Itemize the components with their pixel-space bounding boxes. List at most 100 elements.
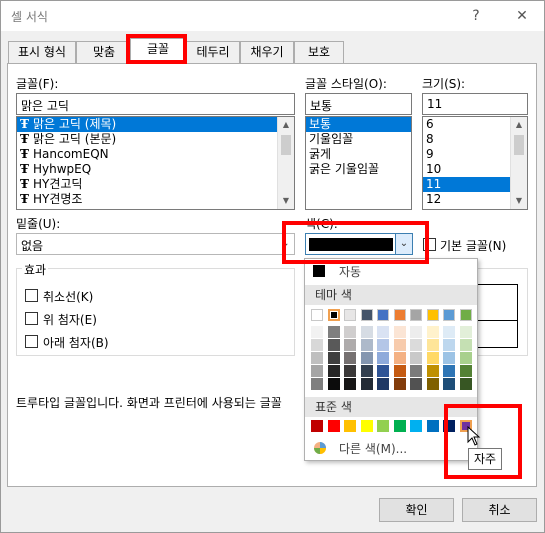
chevron-down-icon[interactable]: ⌄ bbox=[395, 234, 412, 254]
color-swatch[interactable] bbox=[327, 309, 340, 321]
color-swatch[interactable] bbox=[327, 420, 340, 432]
list-item[interactable]: 보통 bbox=[306, 117, 411, 132]
color-swatch[interactable] bbox=[426, 378, 439, 390]
color-swatch[interactable] bbox=[344, 420, 356, 432]
color-swatch[interactable] bbox=[360, 365, 373, 377]
color-swatch[interactable] bbox=[344, 309, 356, 321]
list-item[interactable]: 굵은 기울임꼴 bbox=[306, 162, 411, 177]
font-list[interactable]: Ŧ 맑은 고딕 (제목) Ŧ 맑은 고딕 (본문) Ŧ HancomEQN Ŧ Hyhw… bbox=[16, 116, 295, 210]
ok-button[interactable]: 확인 bbox=[379, 498, 454, 522]
font-style-input[interactable]: 보통 bbox=[305, 93, 412, 115]
color-swatch[interactable] bbox=[344, 365, 356, 377]
color-swatch[interactable] bbox=[459, 352, 472, 364]
list-item[interactable]: Ŧ HancomEQN bbox=[17, 147, 294, 162]
font-list-scrollbar[interactable]: ▲ ▼ bbox=[277, 117, 294, 209]
color-swatch[interactable] bbox=[344, 326, 356, 338]
size-list[interactable]: 6 8 9 10 11 12 ▲ ▼ bbox=[422, 116, 528, 210]
color-swatch[interactable] bbox=[393, 326, 406, 338]
color-swatch[interactable] bbox=[459, 326, 472, 338]
color-swatch[interactable] bbox=[311, 365, 323, 377]
color-swatch[interactable] bbox=[327, 378, 340, 390]
color-swatch[interactable] bbox=[426, 309, 439, 321]
color-swatch[interactable] bbox=[426, 326, 439, 338]
color-swatch[interactable] bbox=[393, 309, 406, 321]
color-swatch[interactable] bbox=[311, 378, 323, 390]
color-swatch[interactable] bbox=[393, 365, 406, 377]
color-swatch[interactable] bbox=[377, 365, 389, 377]
cancel-button[interactable]: 취소 bbox=[462, 498, 537, 522]
color-swatch[interactable] bbox=[360, 339, 373, 351]
normal-font-checkbox[interactable] bbox=[423, 238, 436, 251]
color-swatch[interactable] bbox=[377, 420, 389, 432]
scroll-thumb[interactable] bbox=[281, 135, 291, 155]
subscript-checkbox[interactable] bbox=[25, 335, 38, 348]
help-button[interactable]: ? bbox=[464, 5, 488, 27]
list-item[interactable]: 11 bbox=[423, 177, 510, 192]
list-item[interactable]: Ŧ 맑은 고딕 (제목) bbox=[17, 117, 294, 132]
size-input[interactable]: 11 bbox=[422, 93, 528, 115]
color-swatch[interactable] bbox=[360, 309, 373, 321]
underline-select[interactable]: 없음 ⌄ bbox=[16, 233, 295, 255]
chevron-down-icon[interactable]: ⌄ bbox=[277, 234, 294, 254]
color-swatch[interactable] bbox=[459, 378, 472, 390]
list-item[interactable]: Ŧ HyhwpEQ bbox=[17, 162, 294, 177]
color-swatch[interactable] bbox=[360, 420, 373, 432]
color-swatch[interactable] bbox=[426, 352, 439, 364]
color-swatch[interactable] bbox=[360, 352, 373, 364]
color-swatch[interactable] bbox=[459, 309, 472, 321]
size-list-scrollbar[interactable]: ▲ ▼ bbox=[510, 117, 527, 209]
automatic-color-option[interactable]: 자동 bbox=[305, 259, 477, 283]
scroll-up-icon[interactable]: ▲ bbox=[278, 117, 294, 133]
color-swatch[interactable] bbox=[443, 352, 455, 364]
color-swatch[interactable] bbox=[443, 365, 455, 377]
color-swatch[interactable] bbox=[311, 339, 323, 351]
color-swatch[interactable] bbox=[443, 378, 455, 390]
color-swatch[interactable] bbox=[410, 420, 422, 432]
color-swatch[interactable] bbox=[327, 339, 340, 351]
color-swatch[interactable] bbox=[393, 352, 406, 364]
scroll-up-icon[interactable]: ▲ bbox=[511, 117, 527, 133]
tab-border[interactable]: 테두리 bbox=[186, 41, 240, 63]
color-swatch[interactable] bbox=[410, 365, 422, 377]
color-swatch[interactable] bbox=[360, 378, 373, 390]
color-swatch[interactable] bbox=[410, 326, 422, 338]
color-swatch[interactable] bbox=[344, 352, 356, 364]
color-swatch[interactable] bbox=[311, 326, 323, 338]
more-colors-option[interactable]: 다른 색(M)... bbox=[305, 437, 477, 459]
tab-fill[interactable]: 채우기 bbox=[240, 41, 294, 63]
list-item[interactable]: Ŧ HY견명조 bbox=[17, 192, 294, 207]
font-color-select[interactable]: ⌄ bbox=[305, 233, 413, 255]
color-swatch[interactable] bbox=[327, 365, 340, 377]
color-swatch[interactable] bbox=[426, 365, 439, 377]
color-swatch[interactable] bbox=[393, 339, 406, 351]
color-swatch[interactable] bbox=[377, 326, 389, 338]
color-swatch[interactable] bbox=[377, 378, 389, 390]
tab-font[interactable]: 글꼴 bbox=[130, 38, 186, 64]
color-swatch[interactable] bbox=[459, 365, 472, 377]
color-swatch[interactable] bbox=[311, 352, 323, 364]
color-swatch[interactable] bbox=[410, 378, 422, 390]
tab-alignment[interactable]: 맞춤 bbox=[76, 41, 132, 63]
color-swatch[interactable] bbox=[443, 420, 455, 432]
color-swatch[interactable] bbox=[311, 309, 323, 321]
color-swatch[interactable] bbox=[426, 420, 439, 432]
color-swatch[interactable] bbox=[459, 339, 472, 351]
color-swatch[interactable] bbox=[311, 420, 323, 432]
superscript-checkbox[interactable] bbox=[25, 312, 38, 325]
scroll-down-icon[interactable]: ▼ bbox=[278, 193, 294, 209]
scroll-thumb[interactable] bbox=[514, 135, 524, 155]
color-swatch[interactable] bbox=[327, 326, 340, 338]
list-item[interactable]: Ŧ 맑은 고딕 (본문) bbox=[17, 132, 294, 147]
list-item[interactable]: Ŧ HY견고딕 bbox=[17, 177, 294, 192]
color-swatch[interactable] bbox=[443, 339, 455, 351]
color-swatch[interactable] bbox=[360, 326, 373, 338]
font-name-input[interactable]: 맑은 고딕 bbox=[16, 93, 295, 115]
close-button[interactable]: ✕ bbox=[510, 5, 534, 27]
scroll-down-icon[interactable]: ▼ bbox=[511, 193, 527, 209]
color-swatch[interactable] bbox=[410, 339, 422, 351]
font-style-list[interactable]: 보통 기울임꼴 굵게 굵은 기울임꼴 bbox=[305, 116, 412, 210]
color-swatch[interactable] bbox=[344, 339, 356, 351]
color-swatch[interactable] bbox=[443, 309, 455, 321]
color-swatch[interactable] bbox=[327, 352, 340, 364]
color-swatch[interactable] bbox=[443, 326, 455, 338]
